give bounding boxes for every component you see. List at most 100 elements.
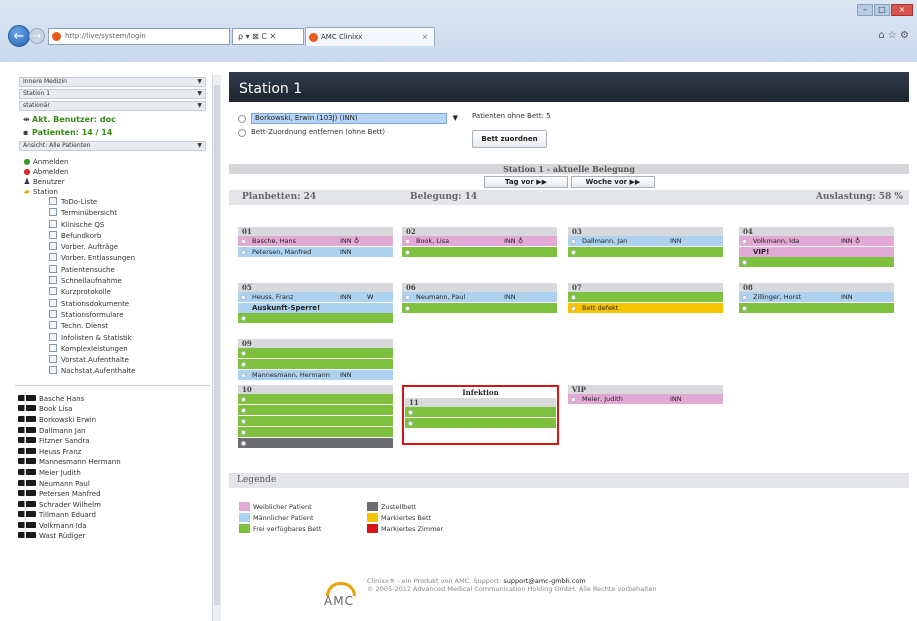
support-email-link[interactable]: support@amc-gmbh.com xyxy=(503,577,585,585)
patient-list-item[interactable]: Neumann Paul xyxy=(18,479,210,490)
submenu-item[interactable]: Terminübersicht xyxy=(21,208,210,219)
patient-list-item[interactable]: Basche Hans xyxy=(18,394,210,405)
bed-occupied[interactable]: Neumann, Paul INN xyxy=(402,292,557,303)
page-icon xyxy=(49,287,57,296)
bed-free[interactable] xyxy=(568,292,723,303)
minimize-button[interactable]: – xyxy=(857,4,873,16)
view-select[interactable]: Ansicht: Alle Patienten ▼ xyxy=(19,141,206,151)
view-select-value: Ansicht: Alle Patienten xyxy=(23,142,91,149)
bed-free[interactable] xyxy=(739,257,894,268)
patient-list-item[interactable]: Tillmann Eduard xyxy=(18,510,210,521)
type-select-value: stationär xyxy=(23,102,50,109)
department-select[interactable]: Innere Medizin ▼ xyxy=(19,77,206,87)
patient-list-item[interactable]: Mannesmann Hermann xyxy=(18,457,210,468)
address-bar[interactable]: http://live/system/login xyxy=(48,28,230,45)
station-select[interactable]: Station 1 ▼ xyxy=(19,89,206,99)
submenu-item[interactable]: Klinische QS xyxy=(21,219,210,231)
menu-item-station[interactable]: ▰ Station xyxy=(21,187,210,197)
bed-free[interactable] xyxy=(402,247,557,258)
submenu-item[interactable]: Stationsdokumente xyxy=(21,298,210,310)
room-number: 06 xyxy=(402,283,557,292)
bed-occupied[interactable]: Volkmann, Ida INN ♁ xyxy=(739,236,894,247)
bed-free[interactable] xyxy=(405,418,556,429)
radio-remove-assignment[interactable] xyxy=(238,129,246,137)
bed-occupied[interactable]: Dallmann, Jan INN xyxy=(568,236,723,247)
submenu-item[interactable]: Kurzprotokolle xyxy=(21,287,210,298)
submenu-item[interactable]: Stationsformulare xyxy=(21,309,210,321)
bed-free[interactable] xyxy=(238,313,393,324)
submenu-item[interactable]: Techn. Dienst xyxy=(21,321,210,332)
forward-button[interactable]: → xyxy=(29,28,45,44)
patient-list-item[interactable]: Schrader Wilhelm xyxy=(18,500,210,511)
bed-free[interactable] xyxy=(238,405,393,416)
patient-select[interactable]: Borkowski, Erwin (103J) (INN) ▼ xyxy=(251,113,458,124)
bed-free[interactable] xyxy=(568,247,723,258)
close-window-button[interactable]: × xyxy=(891,4,913,16)
bed-free[interactable] xyxy=(238,359,393,370)
bed-dot-icon xyxy=(405,295,410,300)
browser-tab[interactable]: AMC Clinixx × xyxy=(305,27,435,46)
page-icon xyxy=(49,276,57,285)
patient-list-item[interactable]: Fitzner Sandra xyxy=(18,436,210,447)
bed-marked[interactable]: Bett defekt xyxy=(568,303,723,314)
bed-occupied[interactable]: Mannesmann, Hermann INN xyxy=(238,370,393,381)
scrollbar-thumb[interactable] xyxy=(214,85,220,605)
patient-list-label: Meier Judith xyxy=(39,468,81,477)
week-forward-button[interactable]: Woche vor ▶▶ xyxy=(571,176,655,188)
menu-item-anmelden[interactable]: ● Anmelden xyxy=(21,157,210,167)
bed-occupied[interactable]: Book, Lisa INN ♁ xyxy=(402,236,557,247)
room-05: 05 Heuss, Franz INN W Auskunft-Sperre! xyxy=(238,283,393,324)
submenu-item[interactable]: Befundkorb xyxy=(21,230,210,242)
legend-label: Markiertes Bett xyxy=(381,514,432,522)
menu-item-abmelden[interactable]: ● Abmelden xyxy=(21,167,210,177)
submenu-item[interactable]: Komplexleistungen xyxy=(21,343,210,355)
submenu-item[interactable]: Schnellaufnahme xyxy=(21,276,210,287)
bed-free[interactable] xyxy=(238,394,393,405)
sidebar-scrollbar[interactable] xyxy=(212,75,221,621)
radio-assign-patient[interactable] xyxy=(238,115,246,123)
submenu-item[interactable]: Patientensuche xyxy=(21,264,210,276)
bed-free[interactable] xyxy=(402,303,557,314)
submenu-item[interactable]: Vorber. Entlassungen xyxy=(21,253,210,264)
menu-item-benutzer[interactable]: ♟ Benutzer xyxy=(21,177,210,187)
patient-list-item[interactable]: Petersen Manfred xyxy=(18,489,210,500)
submenu-item[interactable]: ToDo-Liste xyxy=(21,197,210,208)
patient-list-item[interactable]: Heuss Franz xyxy=(18,447,210,458)
patient-note: Auskunft-Sperre! xyxy=(238,303,393,313)
day-forward-button[interactable]: Tag vor ▶▶ xyxy=(484,176,568,188)
bed-occupied[interactable]: Heuss, Franz INN W xyxy=(238,292,393,303)
bed-occupied[interactable]: Zillinger, Horst INN xyxy=(739,292,894,303)
maximize-button[interactable]: □ xyxy=(874,4,890,16)
assign-bed-button[interactable]: Bett zuordnen xyxy=(472,130,547,148)
bed-occupied[interactable]: Petersen, Manfred INN xyxy=(238,247,393,258)
tab-close-icon[interactable]: × xyxy=(422,28,428,46)
patient-list-item[interactable]: Wast Rüdiger xyxy=(18,531,210,542)
back-button[interactable]: ← xyxy=(8,25,30,47)
bed-dot-icon xyxy=(571,397,576,402)
submenu-label: Patientensuche xyxy=(61,265,115,274)
bed-free[interactable] xyxy=(238,427,393,438)
submenu-item[interactable]: Vorber. Aufträge xyxy=(21,242,210,253)
patient-list-item[interactable]: Volkmann Ida xyxy=(18,521,210,532)
bed-occupied[interactable]: Meier, Judith INN xyxy=(568,394,723,405)
browser-tool-icons[interactable]: ⌂ ☆ ⚙ xyxy=(878,30,909,41)
patient-list-item[interactable]: Meier Judith xyxy=(18,468,210,479)
bed-note: Bett defekt xyxy=(582,304,619,312)
type-select[interactable]: stationär ▼ xyxy=(19,101,206,111)
patient-note: VIP! xyxy=(739,247,894,257)
bed-dot-icon xyxy=(571,250,576,255)
bed-occupied[interactable]: Basche, Hans INN ♁ xyxy=(238,236,393,247)
submenu-item[interactable]: Nachstat.Aufenthalte xyxy=(21,366,210,377)
bed-extra[interactable] xyxy=(238,438,393,449)
patient-list-item[interactable]: Borkowski Erwin xyxy=(18,415,210,426)
bed-free[interactable] xyxy=(238,416,393,427)
submenu-item[interactable]: Infolisten & Statistik xyxy=(21,332,210,344)
submenu-item[interactable]: Vorstat.Aufenthalte xyxy=(21,355,210,366)
bed-free[interactable] xyxy=(405,407,556,418)
patient-list-item[interactable]: Book Lisa xyxy=(18,404,210,415)
bed-free[interactable] xyxy=(739,303,894,314)
patient-list-item[interactable]: Dallmann Jan xyxy=(18,426,210,437)
remove-assignment-label: Bett-Zuordnung entfernen (ohne Bett) xyxy=(251,128,385,136)
bed-free[interactable] xyxy=(238,348,393,359)
address-controls[interactable]: ρ ▾ ⊠ C ✕ xyxy=(232,28,304,45)
